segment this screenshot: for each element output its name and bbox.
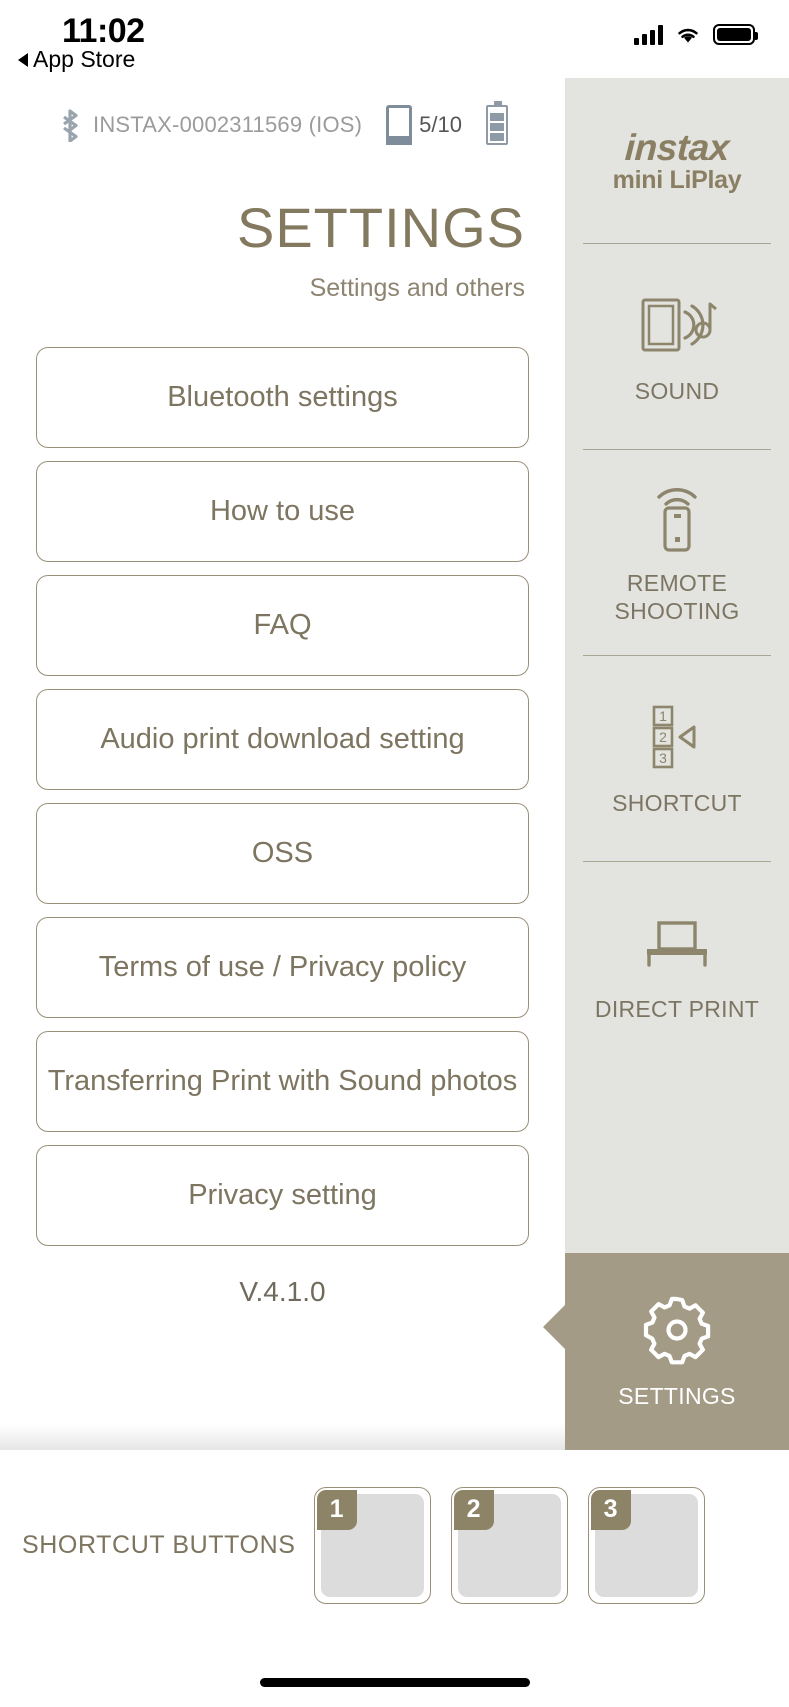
ios-status-bar: 11:02 App Store xyxy=(0,0,789,78)
back-label: App Store xyxy=(33,46,136,72)
shortcut-slot-3[interactable]: 3 xyxy=(587,1486,705,1604)
wifi-icon xyxy=(678,28,698,42)
app-version: V.4.1.0 xyxy=(239,1276,326,1307)
settings-menu-list: Bluetooth settings How to use FAQ Audio … xyxy=(0,347,565,1246)
home-indicator xyxy=(259,1678,530,1687)
sidebar-item-remote-shooting[interactable]: REMOTE SHOOTING xyxy=(565,450,789,655)
back-to-app-store-link[interactable]: App Store xyxy=(18,46,135,73)
svg-text:2: 2 xyxy=(659,729,667,745)
menu-item-faq[interactable]: FAQ xyxy=(36,575,529,676)
sidebar-item-sound[interactable]: SOUND xyxy=(565,244,789,449)
shortcut-slot-2[interactable]: 2 xyxy=(450,1486,568,1604)
device-status-bar: INSTAX-0002311569 (IOS) 5/10 xyxy=(0,100,565,150)
svg-text:3: 3 xyxy=(659,750,667,766)
logo-model: mini LiPlay xyxy=(612,165,742,194)
sidebar-item-settings[interactable]: SETTINGS xyxy=(543,1253,789,1450)
shortcut-slot-1[interactable]: 1 xyxy=(313,1486,431,1604)
menu-item-privacy-setting[interactable]: Privacy setting xyxy=(36,1145,529,1246)
app-root: 11:02 App Store INSTAX-0002311569 (IOS) … xyxy=(0,0,789,1707)
menu-item-how-to-use[interactable]: How to use xyxy=(36,461,529,562)
printer-icon xyxy=(637,906,717,980)
menu-item-oss[interactable]: OSS xyxy=(36,803,529,904)
sidebar-item-direct-print[interactable]: DIRECT PRINT xyxy=(565,862,789,1067)
back-arrow-icon xyxy=(18,52,28,67)
shortcut-slot-number: 3 xyxy=(590,1489,631,1530)
photo-sound-icon xyxy=(635,288,719,362)
menu-item-transferring-print-with-sound[interactable]: Transferring Print with Sound photos xyxy=(36,1031,529,1132)
scroll-fade xyxy=(0,1424,565,1450)
film-count: 5/10 xyxy=(419,112,462,137)
page-title: SETTINGS xyxy=(236,196,525,259)
right-sidebar: instax mini LiPlay SOUND REMOTE SHOOTING… xyxy=(543,78,789,1450)
shortcut-slot-number: 2 xyxy=(453,1489,494,1530)
menu-item-bluetooth-settings[interactable]: Bluetooth settings xyxy=(36,347,529,448)
sidebar-item-label-shortcut: SHORTCUT xyxy=(612,789,742,816)
svg-text:1: 1 xyxy=(659,708,667,724)
film-status: 5/10 xyxy=(386,105,462,145)
shortcut-slot-list: 1 2 3 xyxy=(313,1486,705,1604)
sidebar-item-shortcut[interactable]: 1 2 3 SHORTCUT xyxy=(565,656,789,861)
shortcut-numbers-icon: 1 2 3 xyxy=(642,700,712,774)
cellular-bars-icon xyxy=(634,24,663,45)
logo-brand: instax xyxy=(623,126,731,168)
status-indicators xyxy=(634,24,758,45)
shortcut-buttons-bar: SHORTCUT BUTTONS 1 2 3 xyxy=(0,1450,789,1640)
sidebar-item-label-settings: SETTINGS xyxy=(618,1382,736,1409)
active-tab-pointer xyxy=(543,1303,567,1351)
remote-control-icon xyxy=(645,480,709,554)
gear-icon xyxy=(640,1293,714,1367)
bluetooth-icon xyxy=(63,109,78,142)
menu-item-terms-privacy[interactable]: Terms of use / Privacy policy xyxy=(36,917,529,1018)
page-subtitle: Settings and others xyxy=(309,274,525,302)
menu-item-audio-print-download-setting[interactable]: Audio print download setting xyxy=(36,689,529,790)
device-name: INSTAX-0002311569 (IOS) xyxy=(93,112,363,137)
battery-icon xyxy=(713,24,758,45)
shortcut-buttons-label: SHORTCUT BUTTONS xyxy=(22,1530,296,1559)
sidebar-item-label-direct-print: DIRECT PRINT xyxy=(594,995,760,1022)
film-pack-icon xyxy=(386,105,413,145)
settings-panel: SETTINGS Settings and others Bluetooth s… xyxy=(0,150,565,1450)
sidebar-item-label-remote-shooting: REMOTE SHOOTING xyxy=(614,570,740,624)
device-battery-icon xyxy=(485,101,508,145)
instax-logo: instax mini LiPlay xyxy=(565,78,789,243)
shortcut-slot-number: 1 xyxy=(316,1489,357,1530)
sidebar-item-label-sound: SOUND xyxy=(634,377,720,404)
